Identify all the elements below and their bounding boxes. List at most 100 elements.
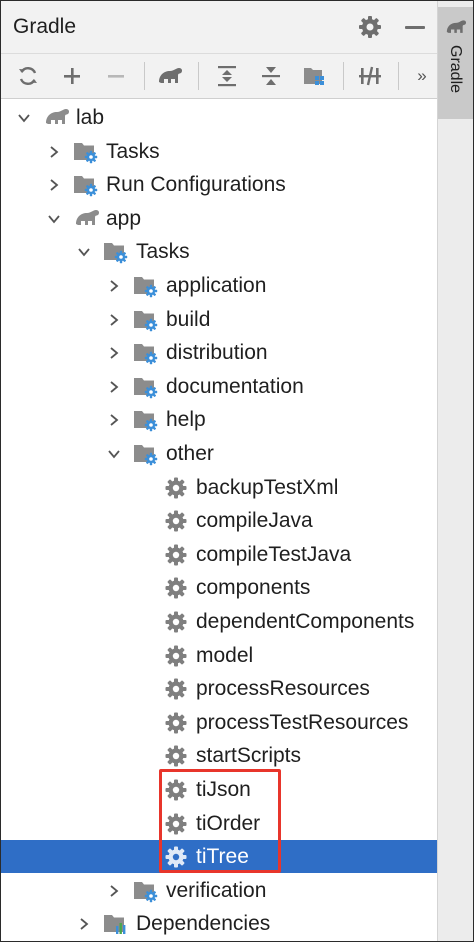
tree-row[interactable]: tiOrder xyxy=(1,807,437,840)
tree-item-label: startScripts xyxy=(196,744,302,768)
tree-row[interactable]: dependentComponents xyxy=(1,605,437,638)
tree-row[interactable]: Run Configurations xyxy=(1,168,437,201)
tree-row[interactable]: lab xyxy=(1,101,437,134)
gradle-tree: lab Tasks Run Configurations app Tasks applic… xyxy=(1,101,437,941)
elephant-icon xyxy=(73,206,100,232)
tree-item-label: build xyxy=(166,307,211,331)
tree-row[interactable]: build xyxy=(1,303,437,336)
toggle-offline-icon[interactable] xyxy=(356,62,384,90)
tree-item-label: processTestResources xyxy=(196,710,409,734)
tree-row[interactable]: startScripts xyxy=(1,739,437,772)
folder-gear-icon xyxy=(73,172,99,198)
chevron-right-icon[interactable] xyxy=(107,413,121,427)
add-icon[interactable] xyxy=(58,62,86,90)
gear-icon xyxy=(163,743,189,769)
chevron-down-icon[interactable] xyxy=(107,447,121,461)
more-actions-icon[interactable]: » xyxy=(407,62,435,90)
reload-icon[interactable] xyxy=(14,62,42,90)
tree-row[interactable]: backupTestXml xyxy=(1,471,437,504)
gear-icon xyxy=(163,777,189,803)
chevron-right-icon[interactable] xyxy=(47,145,61,159)
execute-task-icon[interactable] xyxy=(156,62,184,90)
tree-item-label: documentation xyxy=(166,374,304,398)
chevron-right-icon[interactable] xyxy=(107,380,121,394)
tree-item-label: backupTestXml xyxy=(196,475,339,499)
gradle-tool-window: Gradle » Gradle lab Tasks Run Configurat… xyxy=(0,0,474,942)
tree-item-label: tiTree xyxy=(196,845,249,869)
tree-row[interactable]: application xyxy=(1,269,437,302)
minimize-icon[interactable] xyxy=(405,26,425,29)
tree-row[interactable]: components xyxy=(1,571,437,604)
gear-icon xyxy=(163,844,189,870)
gradle-side-tab[interactable]: Gradle xyxy=(438,7,473,119)
chevron-down-icon[interactable] xyxy=(17,111,31,125)
tree-row[interactable]: processResources xyxy=(1,672,437,705)
elephant-icon xyxy=(444,17,468,42)
tree-row[interactable]: app xyxy=(1,202,437,235)
tree-row[interactable]: tiTree xyxy=(1,840,437,874)
side-tab-label: Gradle xyxy=(447,45,464,94)
gear-icon xyxy=(163,676,189,702)
toolbar: » xyxy=(1,54,437,99)
tree-item-label: Tasks xyxy=(136,240,190,264)
group-modules-icon[interactable] xyxy=(301,62,329,90)
tree-item-label: Dependencies xyxy=(136,912,271,936)
tree-item-label: verification xyxy=(166,878,267,902)
folder-gear-icon xyxy=(73,139,99,165)
tree-item-label: distribution xyxy=(166,341,268,365)
tree-item-label: tiOrder xyxy=(196,811,261,835)
chevron-down-icon[interactable] xyxy=(47,212,61,226)
tree-item-label: help xyxy=(166,408,206,432)
tree-item-label: processResources xyxy=(196,677,370,701)
tree-item-label: model xyxy=(196,643,254,667)
folder-gear-icon xyxy=(133,307,159,333)
title-bar: Gradle xyxy=(1,1,437,54)
folder-gear-icon xyxy=(133,407,159,433)
toolbar-separator xyxy=(198,62,199,90)
collapse-all-icon[interactable] xyxy=(257,62,285,90)
tree-row[interactable]: help xyxy=(1,403,437,436)
tree-row[interactable]: Tasks xyxy=(1,235,437,268)
tree-row[interactable]: model xyxy=(1,639,437,672)
tree-row[interactable]: compileJava xyxy=(1,504,437,537)
tree-row[interactable]: compileTestJava xyxy=(1,538,437,571)
tree-item-label: other xyxy=(166,442,214,465)
toolbar-separator xyxy=(144,62,145,90)
chevron-right-icon[interactable] xyxy=(47,178,61,192)
tree-row[interactable]: other xyxy=(1,437,437,470)
tree-item-label: lab xyxy=(76,106,105,129)
settings-gear-icon[interactable] xyxy=(357,14,383,40)
gear-icon xyxy=(163,643,189,669)
gear-icon xyxy=(163,475,189,501)
tree-item-label: app xyxy=(106,206,142,230)
tree-row[interactable]: tiJson xyxy=(1,773,437,806)
toolbar-separator xyxy=(343,62,344,90)
panel-title: Gradle xyxy=(13,15,77,38)
tree-row[interactable]: distribution xyxy=(1,336,437,369)
remove-icon[interactable] xyxy=(102,62,130,90)
folder-gear-icon xyxy=(103,239,129,265)
tree-row[interactable]: Dependencies xyxy=(1,907,437,940)
tree-row[interactable]: processTestResources xyxy=(1,706,437,739)
tree-item-label: components xyxy=(196,576,311,600)
chevron-down-icon[interactable] xyxy=(77,245,91,259)
tree-item-label: compileJava xyxy=(196,509,313,533)
expand-all-icon[interactable] xyxy=(213,62,241,90)
tree-row[interactable]: Tasks xyxy=(1,135,437,168)
chevron-right-icon[interactable] xyxy=(77,917,91,931)
folder-gear-icon xyxy=(133,273,159,299)
folder-gear-icon xyxy=(133,441,159,467)
chevron-right-icon[interactable] xyxy=(107,279,121,293)
right-tool-stripe: Gradle xyxy=(437,1,473,941)
chevron-right-icon[interactable] xyxy=(107,346,121,360)
toolbar-separator xyxy=(398,62,399,90)
elephant-icon xyxy=(43,105,70,131)
chevron-right-icon[interactable] xyxy=(107,884,121,898)
tree-item-label: compileTestJava xyxy=(196,542,352,566)
tree-row[interactable]: verification xyxy=(1,874,437,907)
folder-gear-icon xyxy=(133,340,159,366)
gear-icon xyxy=(163,811,189,837)
chevron-right-icon[interactable] xyxy=(107,313,121,327)
tree-row[interactable]: documentation xyxy=(1,370,437,403)
folder-gear-icon xyxy=(133,878,159,904)
